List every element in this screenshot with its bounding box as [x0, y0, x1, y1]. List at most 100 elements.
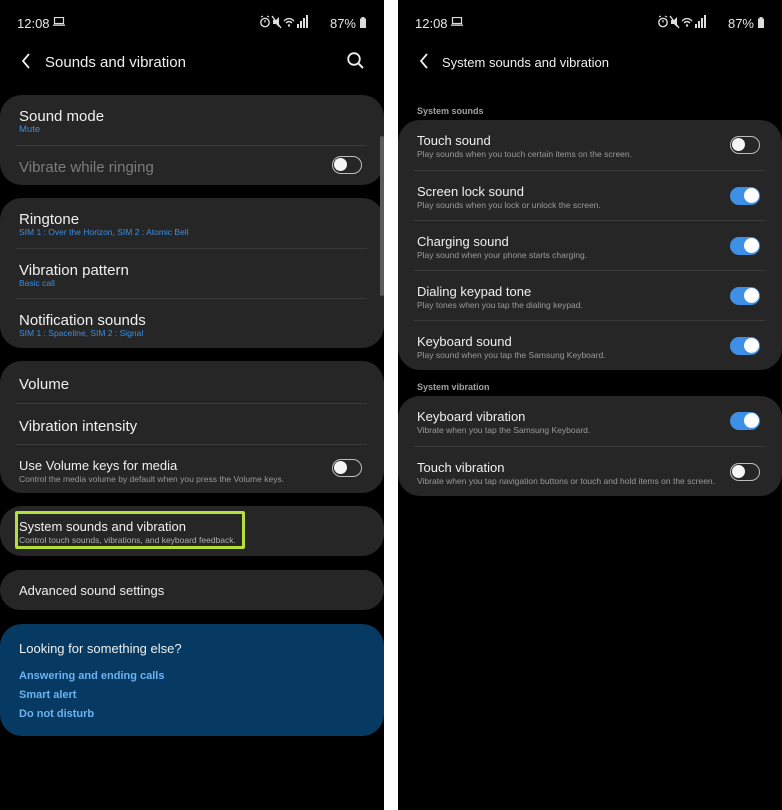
system-sounds-label: System sounds and vibration	[19, 519, 186, 534]
system-vibration-section-header: System vibration	[417, 382, 490, 392]
wifi-icon	[283, 17, 295, 27]
advanced-sound-card: Advanced sound settings	[0, 570, 384, 610]
screen-lock-sound-label: Screen lock sound	[417, 184, 524, 199]
app-bar: Sounds and vibration	[0, 44, 384, 80]
touch-vibration-toggle[interactable]	[730, 463, 760, 481]
vibration-pattern-label: Vibration pattern	[19, 262, 129, 279]
system-sounds-card: Touch sound Play sounds when you touch c…	[398, 120, 782, 370]
charging-sound-toggle[interactable]	[730, 237, 760, 255]
back-arrow-icon[interactable]	[418, 52, 430, 70]
touch-vibration-label: Touch vibration	[417, 460, 505, 475]
laptop-icon	[53, 17, 65, 26]
system-sounds-screen: 12:08 87% System sounds and vibration Sy…	[398, 0, 782, 810]
system-sounds-card: System sounds and vibration Control touc…	[0, 506, 384, 556]
mute-icon	[271, 15, 282, 29]
screen-lock-sound-desc: Play sounds when you lock or unlock the …	[417, 200, 601, 210]
suggestions-question: Looking for something else?	[19, 641, 182, 656]
vibrate-while-ringing-item[interactable]: Vibrate while ringing	[0, 146, 384, 185]
touch-vibration-item[interactable]: Touch vibration Vibrate when you tap nav…	[398, 447, 782, 496]
dialing-keypad-tone-toggle[interactable]	[730, 287, 760, 305]
battery-icon	[360, 17, 366, 28]
vibration-intensity-item[interactable]: Vibration intensity	[0, 404, 384, 444]
battery-icon	[758, 17, 764, 28]
touch-vibration-desc: Vibrate when you tap navigation buttons …	[417, 476, 716, 486]
dialing-keypad-tone-item[interactable]: Dialing keypad tone Play tones when you …	[398, 271, 782, 320]
sound-mode-card: Sound mode Mute Vibrate while ringing	[0, 95, 384, 185]
notification-sounds-item[interactable]: Notification sounds SIM 1 : Spaceline, S…	[0, 299, 384, 348]
status-time: 12:08	[415, 16, 448, 31]
signal-icon	[695, 15, 706, 28]
link-smart-alert[interactable]: Smart alert	[19, 689, 76, 701]
ringtone-label: Ringtone	[19, 211, 80, 228]
suggestions-card: Looking for something else? Answering an…	[0, 624, 384, 736]
volume-card: Volume Vibration intensity Use Volume ke…	[0, 361, 384, 493]
vibration-pattern-value: Basic call	[19, 278, 55, 288]
scrollbar[interactable]	[380, 136, 384, 296]
use-volume-keys-item[interactable]: Use Volume keys for media Control the me…	[0, 445, 384, 493]
status-bar: 12:08 87%	[0, 0, 384, 44]
keyboard-sound-label: Keyboard sound	[417, 334, 512, 349]
app-bar: System sounds and vibration	[398, 44, 782, 80]
status-icons	[260, 15, 308, 29]
keyboard-vibration-toggle[interactable]	[730, 412, 760, 430]
keyboard-vibration-desc: Vibrate when you tap the Samsung Keyboar…	[417, 425, 591, 435]
charging-sound-item[interactable]: Charging sound Play sound when your phon…	[398, 221, 782, 270]
ringtone-card: Ringtone SIM 1 : Over the Horizon, SIM 2…	[0, 198, 384, 348]
sound-mode-value: Mute	[19, 124, 41, 135]
volume-label: Volume	[19, 376, 70, 393]
search-icon[interactable]	[346, 51, 366, 71]
ringtone-item[interactable]: Ringtone SIM 1 : Over the Horizon, SIM 2…	[0, 198, 384, 248]
wifi-icon	[681, 17, 693, 27]
screen-lock-sound-item[interactable]: Screen lock sound Play sounds when you l…	[398, 171, 782, 220]
vibrate-while-ringing-label: Vibrate while ringing	[19, 159, 154, 176]
volume-item[interactable]: Volume	[0, 361, 384, 403]
charging-sound-label: Charging sound	[417, 234, 509, 249]
charging-sound-desc: Play sound when your phone starts chargi…	[417, 250, 588, 260]
system-sounds-and-vibration-item[interactable]: System sounds and vibration Control touc…	[0, 506, 384, 556]
keyboard-vibration-item[interactable]: Keyboard vibration Vibrate when you tap …	[398, 396, 782, 446]
link-answering-calls[interactable]: Answering and ending calls	[19, 670, 164, 682]
system-vibration-card: Keyboard vibration Vibrate when you tap …	[398, 396, 782, 496]
battery-percent: 87%	[329, 16, 356, 31]
screen-lock-sound-toggle[interactable]	[730, 187, 760, 205]
status-icons	[658, 15, 706, 29]
use-volume-keys-toggle[interactable]	[332, 459, 362, 477]
alarm-icon	[260, 15, 270, 28]
use-volume-keys-desc: Control the media volume by default when…	[19, 474, 285, 484]
advanced-sound-settings-item[interactable]: Advanced sound settings	[0, 570, 384, 610]
sounds-and-vibration-screen: 12:08 87% Sounds and vibration Sound mod…	[0, 0, 384, 810]
status-time: 12:08	[17, 16, 50, 31]
keyboard-sound-item[interactable]: Keyboard sound Play sound when you tap t…	[398, 321, 782, 370]
keyboard-sound-toggle[interactable]	[730, 337, 760, 355]
back-arrow-icon[interactable]	[20, 52, 32, 70]
keyboard-vibration-label: Keyboard vibration	[417, 409, 526, 424]
touch-sound-desc: Play sounds when you touch certain items…	[417, 149, 632, 159]
link-do-not-disturb[interactable]: Do not disturb	[19, 708, 94, 720]
mute-icon	[669, 15, 680, 29]
dialing-keypad-tone-label: Dialing keypad tone	[417, 284, 532, 299]
advanced-sound-label: Advanced sound settings	[19, 583, 165, 598]
notification-sounds-label: Notification sounds	[19, 312, 146, 329]
sound-mode-label: Sound mode	[19, 108, 105, 125]
notification-sounds-value: SIM 1 : Spaceline, SIM 2 : Signal	[19, 328, 144, 338]
page-title: System sounds and vibration	[442, 55, 609, 70]
use-volume-keys-label: Use Volume keys for media	[19, 458, 178, 473]
page-title: Sounds and vibration	[45, 54, 186, 71]
touch-sound-toggle[interactable]	[730, 136, 760, 154]
vibration-pattern-item[interactable]: Vibration pattern Basic call	[0, 249, 384, 298]
ringtone-value: SIM 1 : Over the Horizon, SIM 2 : Atomic…	[19, 227, 189, 237]
system-sounds-section-header: System sounds	[417, 106, 484, 116]
battery-percent: 87%	[727, 16, 754, 31]
touch-sound-item[interactable]: Touch sound Play sounds when you touch c…	[398, 120, 782, 170]
vibration-intensity-label: Vibration intensity	[19, 418, 138, 435]
keyboard-sound-desc: Play sound when you tap the Samsung Keyb…	[417, 350, 606, 360]
laptop-icon	[451, 17, 463, 26]
touch-sound-label: Touch sound	[417, 133, 491, 148]
vibrate-while-ringing-toggle[interactable]	[332, 156, 362, 174]
alarm-icon	[658, 15, 668, 28]
signal-icon	[297, 15, 308, 28]
dialing-keypad-tone-desc: Play tones when you tap the dialing keyp…	[417, 300, 583, 310]
system-sounds-desc: Control touch sounds, vibrations, and ke…	[19, 535, 236, 545]
status-bar: 12:08 87%	[398, 0, 782, 44]
sound-mode-item[interactable]: Sound mode Mute	[0, 95, 384, 145]
